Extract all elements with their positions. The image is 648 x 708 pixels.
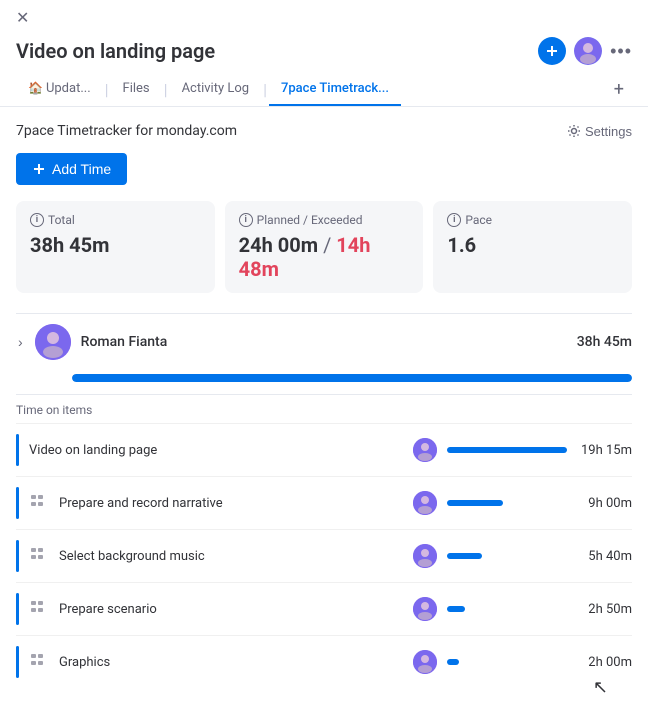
home-icon: 🏠 (28, 81, 43, 95)
item-color-bar (16, 646, 19, 678)
tab-divider-2: | (162, 80, 170, 99)
subtask-icon (29, 493, 49, 513)
stat-total-value: 38h 45m (30, 233, 201, 257)
item-time: 19h 15m (577, 443, 632, 458)
tab-activity[interactable]: Activity Log (170, 73, 262, 106)
item-name: Prepare scenario (59, 602, 403, 617)
item-color-bar (16, 593, 19, 625)
stats-row: i Total 38h 45m i Planned / Exceeded 24h… (16, 201, 632, 293)
info-icon: i (30, 213, 44, 227)
stat-pace: i Pace 1.6 (433, 201, 632, 293)
stat-total: i Total 38h 45m (16, 201, 215, 293)
list-item: Prepare scenario 2h 50m (16, 582, 632, 635)
tab-add-button[interactable]: + (606, 75, 632, 104)
progress-bar-fill (72, 374, 632, 382)
expand-button[interactable]: › (16, 332, 25, 352)
item-avatar (413, 491, 437, 515)
tab-divider-3: | (261, 80, 269, 99)
person-time: 38h 45m (577, 334, 632, 350)
tab-files[interactable]: Files (111, 73, 162, 106)
item-name: Video on landing page (29, 443, 403, 458)
avatar (574, 37, 602, 65)
item-avatar (413, 544, 437, 568)
time-on-items-label: Time on items (16, 394, 632, 423)
gear-icon (567, 124, 581, 138)
item-avatar (413, 650, 437, 674)
top-bar: ✕ (0, 0, 648, 33)
person-name: Roman Fianta (81, 334, 567, 350)
item-time: 5h 40m (577, 549, 632, 564)
item-bar (447, 553, 482, 559)
item-bar (447, 500, 503, 506)
title-row: Video on landing page ••• (0, 33, 648, 73)
item-color-bar (16, 434, 19, 466)
stat-pace-value: 1.6 (447, 233, 618, 257)
tabs: 🏠Updat... | Files | Activity Log | 7pace… (0, 73, 648, 107)
info-icon-3: i (447, 213, 461, 227)
settings-button[interactable]: Settings (567, 124, 632, 139)
close-icon[interactable]: ✕ (16, 8, 29, 27)
subtask-icon (29, 652, 49, 672)
item-bar-container (447, 553, 567, 559)
stat-planned: i Planned / Exceeded 24h 00m / 14h 48m (225, 201, 424, 293)
item-name: Select background music (59, 549, 403, 564)
stat-pace-label: i Pace (447, 213, 618, 227)
person-avatar (35, 324, 71, 360)
item-bar (447, 659, 459, 665)
stat-planned-value: 24h 00m / 14h 48m (239, 233, 410, 281)
tab-divider: | (103, 80, 111, 99)
list-item: Select background music 5h 40m (16, 529, 632, 582)
list-item: Video on landing page 19h 15m (16, 423, 632, 476)
list-item: Graphics 2h 00m (16, 635, 632, 688)
item-bar (447, 606, 465, 612)
item-bar-container (447, 500, 567, 506)
item-time: 2h 50m (577, 602, 632, 617)
tab-timetrack[interactable]: 7pace Timetrack... (269, 73, 401, 106)
list-item: Prepare and record narrative 9h 00m (16, 476, 632, 529)
content: 7pace Timetracker for monday.com Setting… (0, 107, 648, 688)
item-bar (447, 447, 567, 453)
tracker-title: 7pace Timetracker for monday.com (16, 123, 237, 139)
stat-total-label: i Total (30, 213, 201, 227)
more-options-button[interactable]: ••• (610, 41, 632, 62)
person-progress-container (16, 370, 632, 394)
page-title: Video on landing page (16, 39, 215, 63)
subtask-icon (29, 599, 49, 619)
title-actions: ••• (538, 37, 632, 65)
stat-planned-label: i Planned / Exceeded (239, 213, 410, 227)
add-person-button[interactable] (538, 37, 566, 65)
item-bar-container (447, 659, 567, 665)
tracker-header: 7pace Timetracker for monday.com Setting… (16, 123, 632, 139)
plus-icon (32, 162, 46, 176)
item-name: Prepare and record narrative (59, 496, 403, 511)
add-time-label: Add Time (52, 161, 111, 177)
item-avatar (413, 438, 437, 462)
item-bar-container (447, 447, 567, 453)
person-row: › Roman Fianta 38h 45m (16, 313, 632, 370)
info-icon-2: i (239, 213, 253, 227)
item-color-bar (16, 487, 19, 519)
item-color-bar (16, 540, 19, 572)
item-time: 2h 00m (577, 655, 632, 670)
item-time: 9h 00m (577, 496, 632, 511)
add-time-button[interactable]: Add Time (16, 153, 127, 185)
tab-updates[interactable]: 🏠Updat... (16, 73, 103, 106)
cursor-icon: ↖ (593, 677, 608, 698)
progress-bar-bg (72, 374, 632, 382)
item-bar-container (447, 606, 567, 612)
item-avatar (413, 597, 437, 621)
subtask-icon (29, 546, 49, 566)
item-name: Graphics (59, 655, 403, 670)
